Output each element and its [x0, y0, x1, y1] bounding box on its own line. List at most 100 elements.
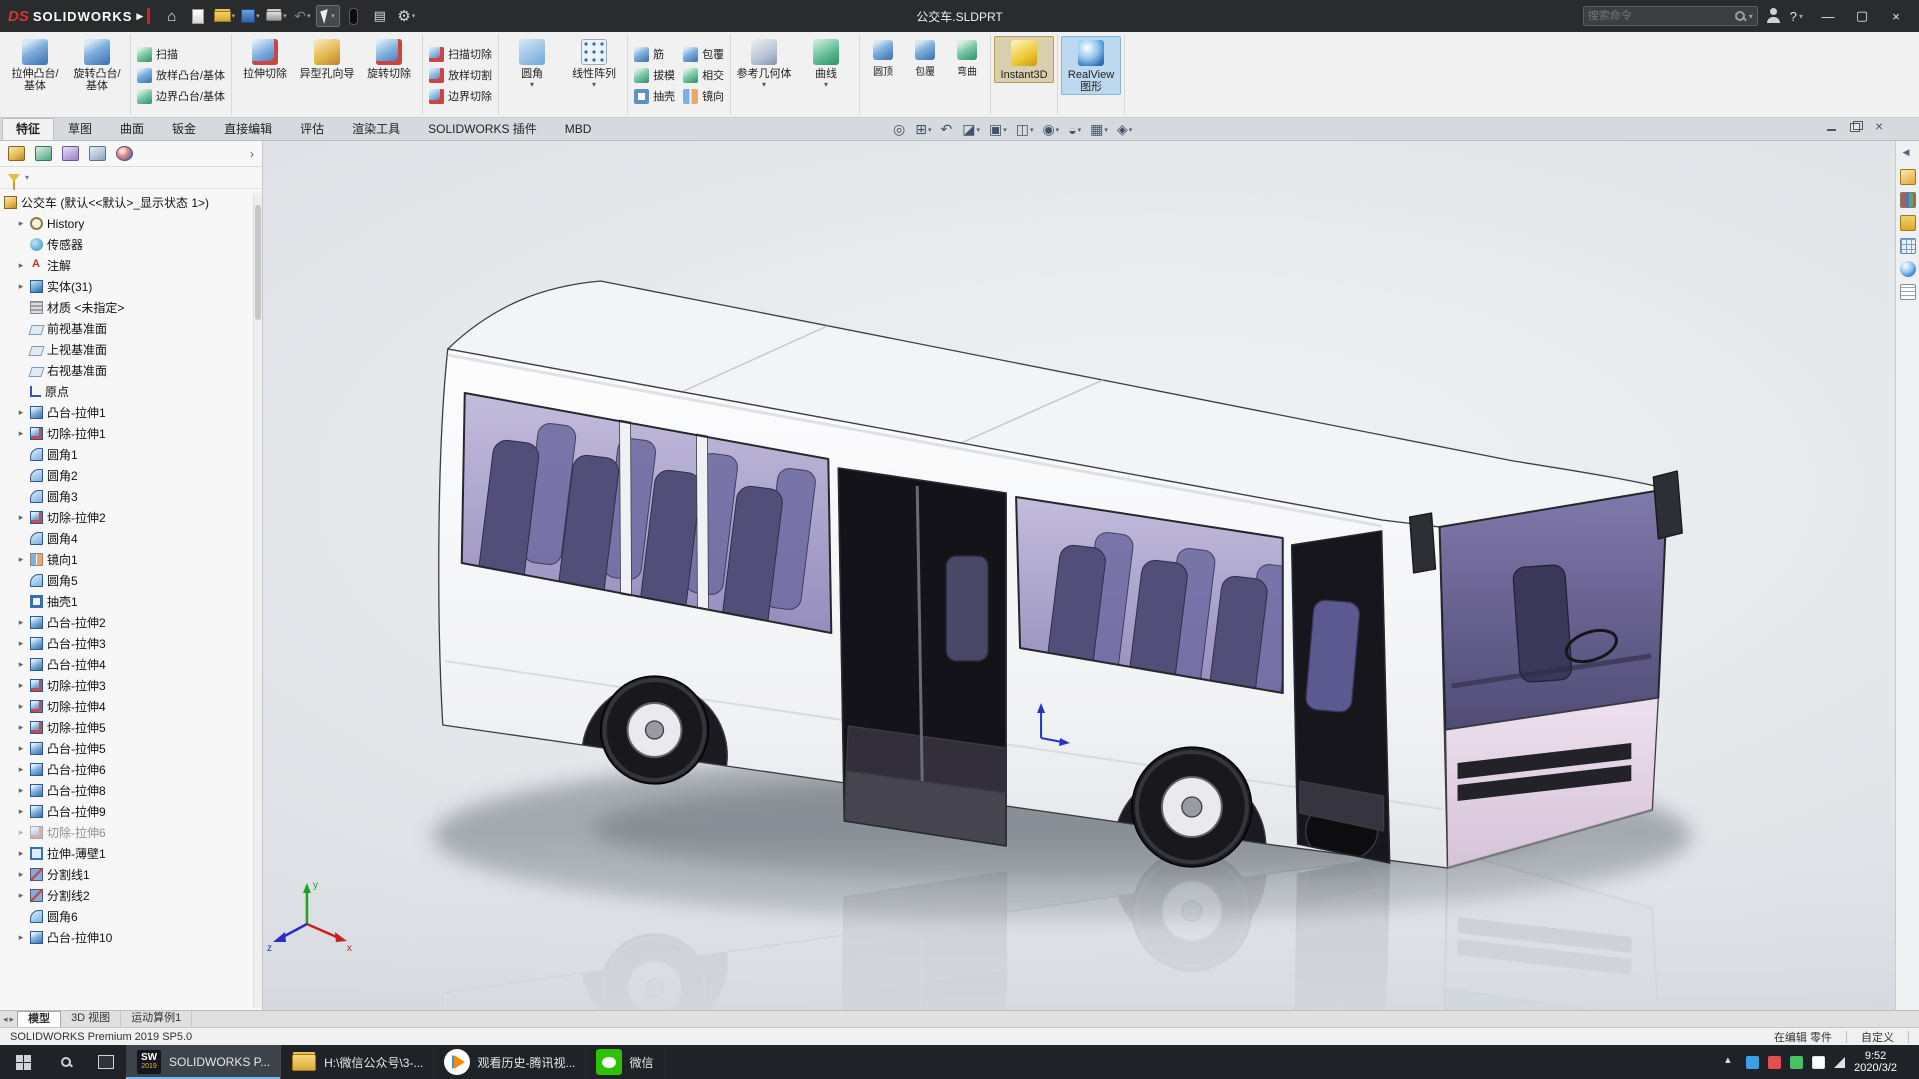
previous-view[interactable]: ↶	[937, 119, 956, 140]
options-gear-icon[interactable]: ▾	[394, 5, 418, 27]
curves[interactable]: 曲线 ▾	[796, 36, 856, 90]
undo-icon[interactable]: ▾	[290, 5, 314, 27]
search-dropdown-icon[interactable]: ▾	[1749, 12, 1753, 21]
tray-app-icon[interactable]	[1746, 1055, 1760, 1069]
tree-item[interactable]: ▸ 分割线1	[0, 864, 262, 885]
feature-manager-tab-icon[interactable]	[8, 146, 25, 161]
expand-arrow-icon[interactable]: ▸	[16, 554, 26, 565]
tree-item[interactable]: 圆角1	[0, 444, 262, 465]
tree-item[interactable]: 圆角3	[0, 486, 262, 507]
command-tab[interactable]: 草图	[54, 118, 106, 140]
tree-item[interactable]: ▸ 实体(31)	[0, 276, 262, 297]
revolved-boss-base[interactable]: 旋转凸台/基体	[67, 36, 127, 93]
expand-arrow-icon[interactable]: ▸	[16, 701, 26, 712]
expand-arrow-icon[interactable]: ▸	[16, 764, 26, 775]
apply-scene[interactable]: ▦ ▾	[1087, 119, 1111, 140]
doc-restore-icon[interactable]	[1849, 121, 1863, 133]
custom-properties-icon[interactable]	[1899, 284, 1916, 300]
expand-arrow-icon[interactable]: ▸	[16, 407, 26, 418]
display-manager-tab-icon[interactable]	[116, 146, 133, 161]
swept-cut[interactable]: 扫描切除	[426, 44, 495, 64]
rib[interactable]: 筋	[631, 44, 678, 64]
expand-arrow-icon[interactable]: ▸	[16, 281, 26, 292]
extruded-cut[interactable]: 拉伸切除	[235, 36, 295, 81]
select-arrow-icon[interactable]: ▾	[316, 5, 341, 27]
revolved-cut[interactable]: 旋转切除	[359, 36, 419, 81]
tree-item[interactable]: ▸ 凸台-拉伸2	[0, 612, 262, 633]
linear-pattern[interactable]: 线性阵列 ▾	[564, 36, 624, 90]
expand-arrow-icon[interactable]: ▸	[16, 932, 26, 943]
close-button[interactable]: ×	[1879, 2, 1913, 30]
command-tab[interactable]: SOLIDWORKS 插件	[414, 118, 551, 140]
expand-arrow-icon[interactable]: ▸	[16, 785, 26, 796]
tree-item[interactable]: ▸ 切除-拉伸5	[0, 717, 262, 738]
section-view[interactable]: ◪ ▾	[959, 119, 983, 140]
doc-minimize-icon[interactable]	[1825, 121, 1839, 133]
tree-item[interactable]: ▸ 凸台-拉伸6	[0, 759, 262, 780]
rear-wheel[interactable]	[599, 675, 710, 785]
expand-arrow-icon[interactable]: ▸	[16, 743, 26, 754]
expand-arrow-icon[interactable]: ▸	[16, 827, 26, 838]
expand-arrow-icon[interactable]: ▸	[16, 638, 26, 649]
tree-item[interactable]: ▸ 凸台-拉伸8	[0, 780, 262, 801]
tree-item[interactable]: ▸ 凸台-拉伸5	[0, 738, 262, 759]
dimxpert-manager-tab-icon[interactable]	[89, 146, 106, 161]
instant3d[interactable]: Instant3D	[994, 36, 1055, 83]
tree-item[interactable]: 圆角4	[0, 528, 262, 549]
wrap-2[interactable]: 包覆	[905, 36, 945, 82]
model-tab[interactable]: 运动算例1	[121, 1011, 193, 1027]
wechat[interactable]: 微信	[586, 1045, 665, 1079]
tree-item[interactable]: ▸ 拉伸-薄壁1	[0, 843, 262, 864]
intersect[interactable]: 相交	[680, 65, 727, 85]
extruded-boss-base[interactable]: 拉伸凸台/基体	[5, 36, 65, 93]
lofted-boss-base[interactable]: 放样凸台/基体	[134, 65, 228, 85]
flex[interactable]: 弯曲	[947, 36, 987, 82]
record-pill-icon[interactable]	[342, 5, 366, 27]
near-mirror[interactable]	[1408, 512, 1437, 574]
graphics-viewport[interactable]: y x z	[263, 141, 1895, 1010]
far-mirror[interactable]	[1652, 470, 1683, 540]
search-input[interactable]	[1587, 10, 1731, 22]
resources-home-icon[interactable]	[1899, 169, 1916, 185]
front-wheel[interactable]	[1131, 746, 1253, 868]
dome[interactable]: 圆顶	[863, 36, 903, 82]
tree-item[interactable]: 圆角2	[0, 465, 262, 486]
tree-item[interactable]: ▸ 注解	[0, 255, 262, 276]
network-icon[interactable]	[1834, 1056, 1846, 1068]
task-view-button[interactable]	[86, 1045, 126, 1079]
realview-graphics[interactable]: RealView 图形	[1061, 36, 1122, 95]
fillet[interactable]: 圆角 ▾	[502, 36, 562, 90]
collapse-arrow-icon[interactable]	[1900, 146, 1916, 162]
expand-arrow-icon[interactable]: ▸	[16, 680, 26, 691]
expand-arrow-icon[interactable]: ▸	[16, 890, 26, 901]
tree-item[interactable]: 原点	[0, 381, 262, 402]
zoom-to-fit[interactable]: ◎	[890, 119, 909, 140]
tree-item[interactable]: 圆角5	[0, 570, 262, 591]
configuration-manager-tab-icon[interactable]	[62, 146, 79, 161]
tencent-video[interactable]: 观看历史-腾讯视...	[434, 1045, 587, 1079]
tree-item[interactable]: 前视基准面	[0, 318, 262, 339]
print-icon[interactable]: ▾	[264, 5, 288, 27]
expand-arrow-icon[interactable]: ▸	[16, 617, 26, 628]
tab-scroll-arrows[interactable]: ◂ ▸	[0, 1011, 17, 1027]
scrollbar-thumb[interactable]	[255, 205, 261, 320]
tree-item[interactable]: ▸ 镜向1	[0, 549, 262, 570]
tab-scroll-right-icon[interactable]: ▸	[10, 1014, 15, 1025]
tree-item[interactable]: ▸ 切除-拉伸2	[0, 507, 262, 528]
command-tab[interactable]: 钣金	[158, 118, 210, 140]
status-customize[interactable]: 自定义	[1861, 1029, 1894, 1045]
tree-root-item[interactable]: 公交车 (默认<<默认>_显示状态 1>)	[0, 192, 262, 213]
tree-item[interactable]: 上视基准面	[0, 339, 262, 360]
hole-wizard[interactable]: 异型孔向导	[297, 36, 357, 81]
reference-geometry[interactable]: 参考几何体 ▾	[734, 36, 794, 90]
tree-scrollbar[interactable]	[253, 193, 262, 1008]
taskbar-search-button[interactable]	[46, 1045, 86, 1079]
tree-item[interactable]: 传感器	[0, 234, 262, 255]
tree-item[interactable]: ▸ History	[0, 213, 262, 234]
new-document-icon[interactable]	[186, 5, 210, 27]
command-tab[interactable]: 渲染工具	[338, 118, 414, 140]
tree-item[interactable]: ▸ 切除-拉伸4	[0, 696, 262, 717]
search-icon[interactable]	[1734, 11, 1745, 21]
shell[interactable]: 抽壳	[631, 86, 678, 106]
maximize-button[interactable]: ▢	[1845, 2, 1879, 30]
